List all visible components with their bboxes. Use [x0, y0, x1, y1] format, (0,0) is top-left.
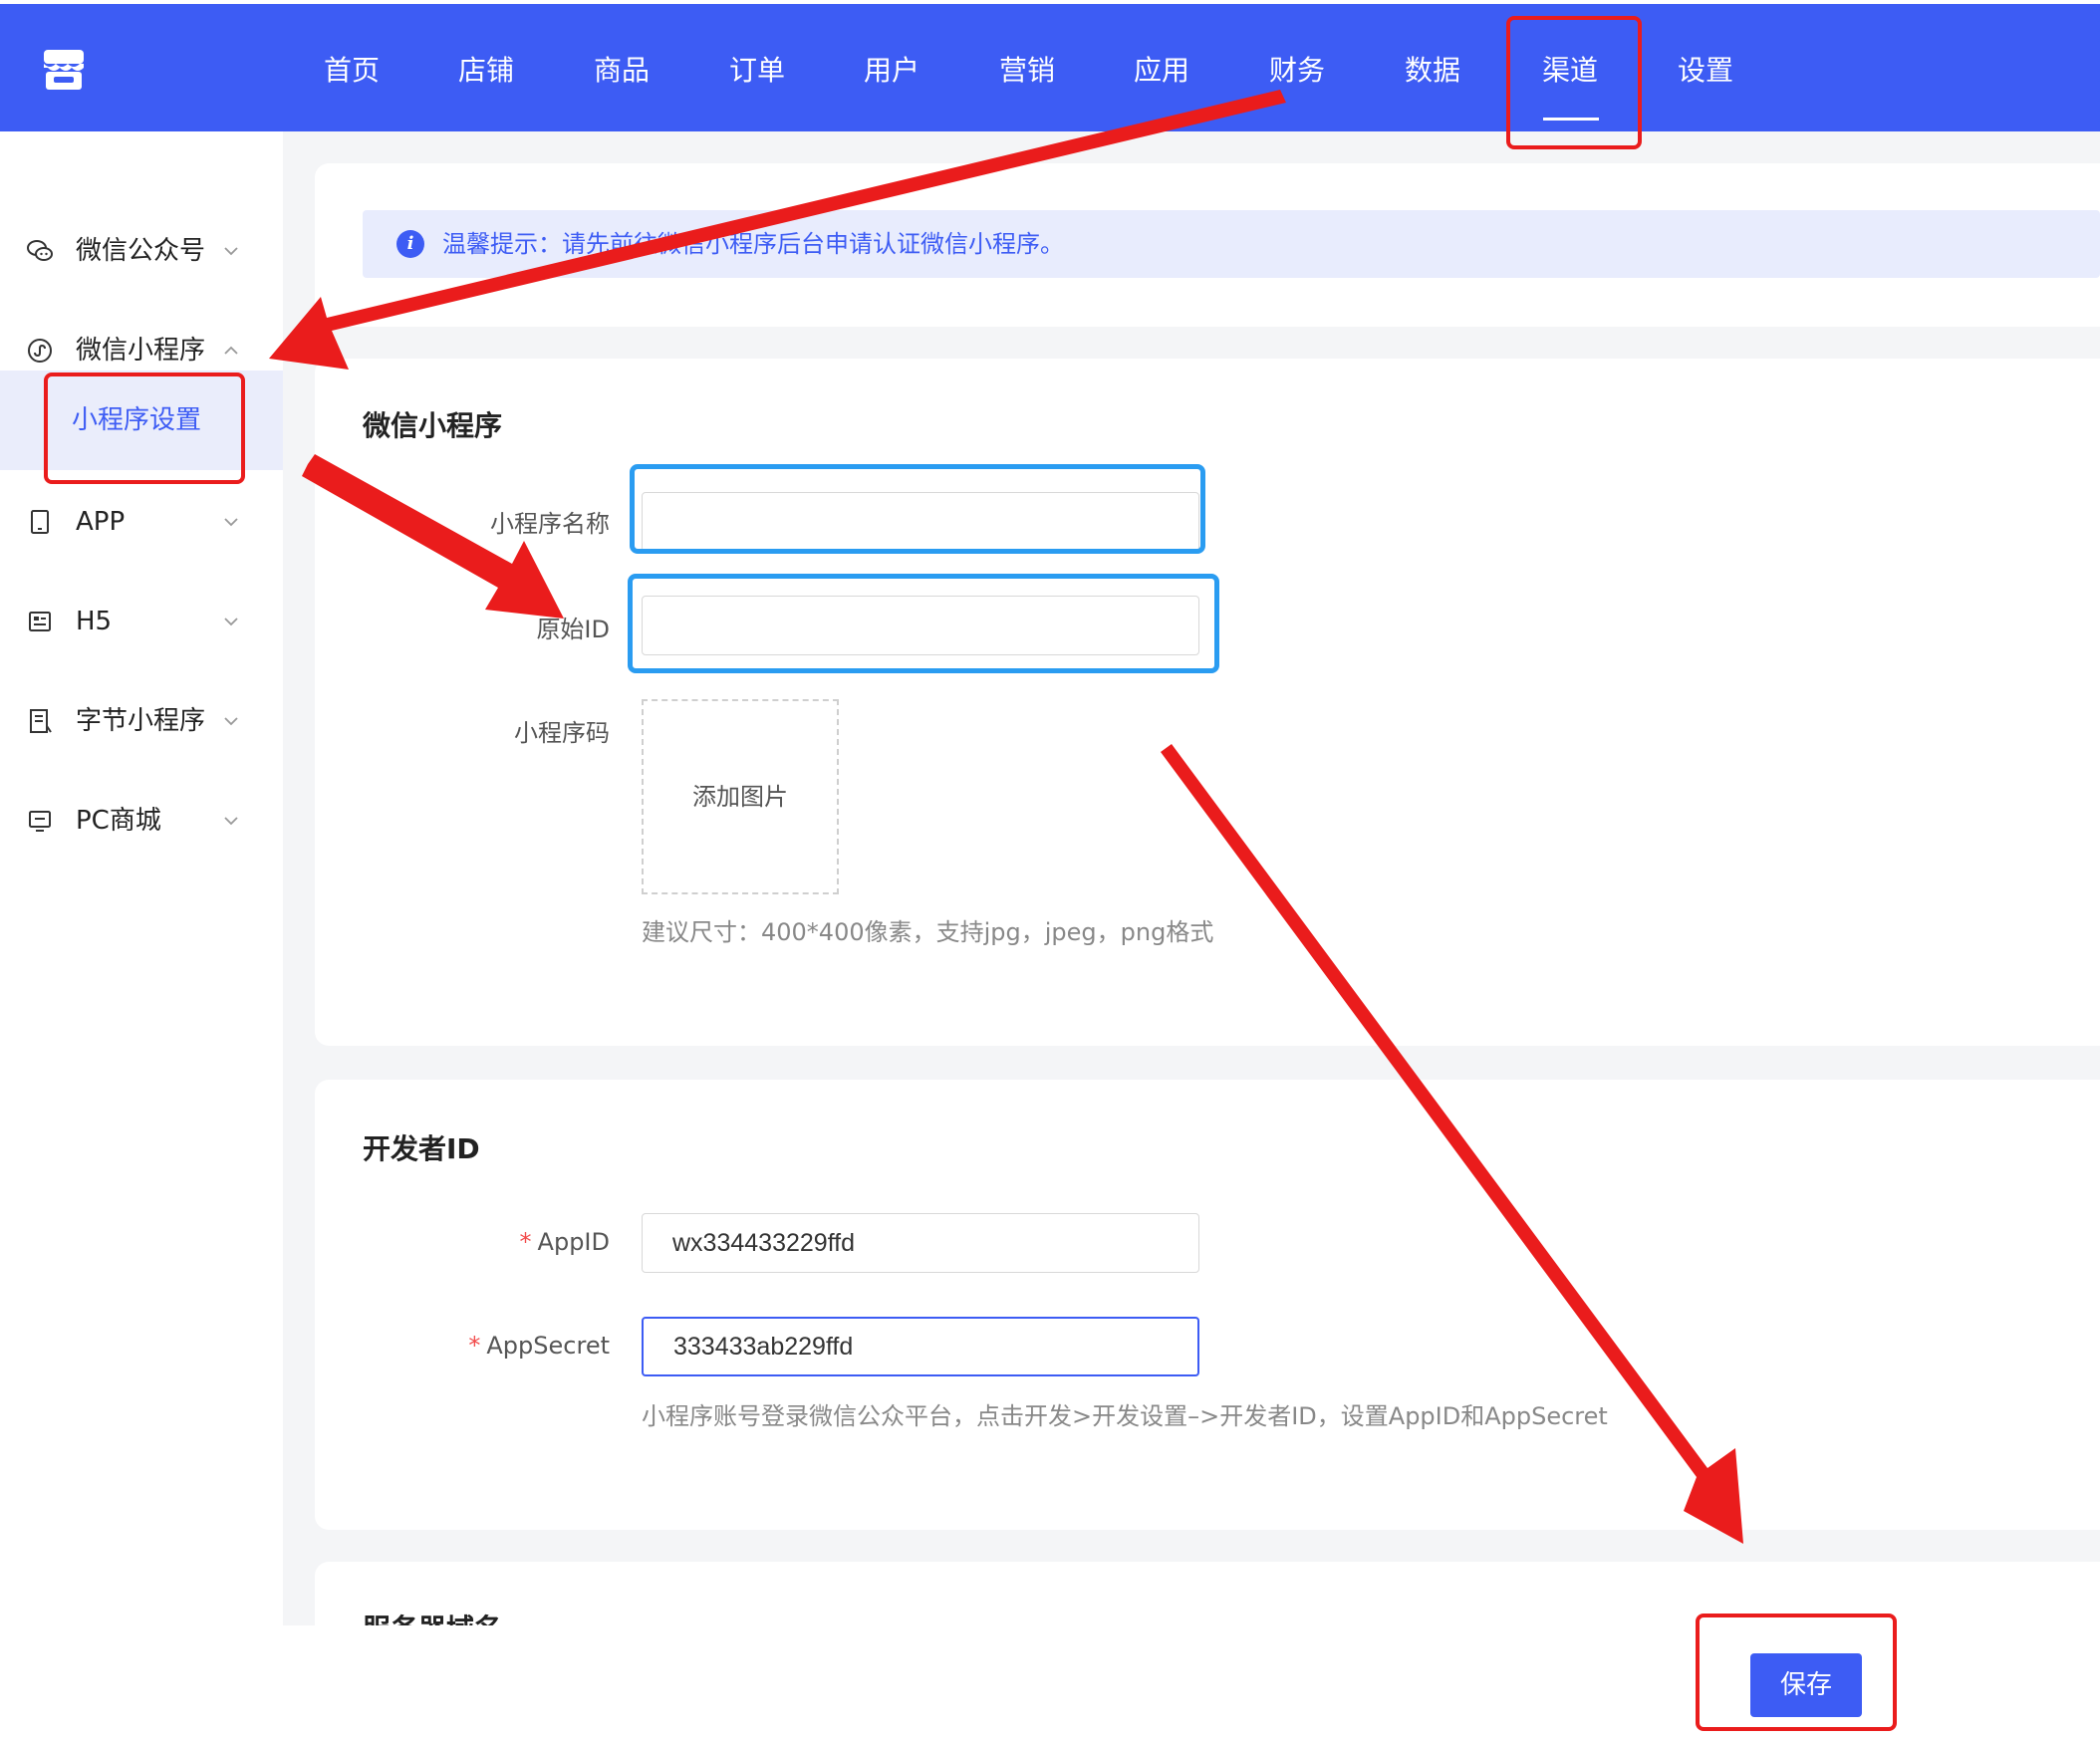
sidebar-item-label: 微信公众号 — [76, 236, 206, 266]
sidebar-item-label: APP — [76, 507, 126, 537]
miniprogram-icon — [28, 339, 52, 363]
appsecret-label-text: AppSecret — [486, 1332, 610, 1360]
nav-orders[interactable]: 订单 — [722, 50, 792, 92]
annotation-box-channels — [1506, 16, 1642, 149]
add-image-upload[interactable]: 添加图片 — [642, 699, 839, 894]
tip-text: 温馨提示：请先前往微信小程序后台申请认证微信小程序。 — [442, 230, 1064, 258]
monitor-icon — [29, 811, 51, 832]
appsecret-hint: 小程序账号登录微信公众平台，点击开发>开发设置–>开发者ID，设置AppID和A… — [642, 1402, 1608, 1430]
appid-label-text: AppID — [537, 1228, 610, 1256]
sidebar-item-label: 字节小程序 — [76, 706, 206, 736]
nav-users[interactable]: 用户 — [857, 50, 926, 92]
code-label: 小程序码 — [514, 719, 610, 747]
required-mark: * — [519, 1228, 532, 1256]
nav-store[interactable]: 店铺 — [451, 50, 521, 92]
sidebar-item-label: H5 — [76, 607, 113, 636]
chevron-down-icon — [224, 247, 238, 256]
nav-data[interactable]: 数据 — [1398, 50, 1467, 92]
upload-hint: 建议尺寸：400*400像素，支持jpg，jpeg，png格式 — [642, 918, 1214, 946]
nav-finance[interactable]: 财务 — [1262, 50, 1332, 92]
nav-home[interactable]: 首页 — [317, 50, 387, 92]
sidebar: 微信公众号 微信小程序 小程序设置 APP H5 字节小程序 PC商城 — [0, 131, 283, 1625]
sidebar-item-pc-mall[interactable]: PC商城 — [0, 791, 283, 851]
bytedance-icon — [30, 709, 52, 733]
developer-card — [315, 1080, 2100, 1530]
nav-marketing[interactable]: 营销 — [992, 50, 1062, 92]
upload-label: 添加图片 — [692, 783, 788, 811]
nav-settings[interactable]: 设置 — [1671, 50, 1740, 92]
chevron-down-icon — [224, 518, 238, 527]
original-id-label: 原始ID — [536, 616, 610, 643]
store-logo-icon[interactable] — [40, 46, 88, 94]
section-title-miniprogram: 微信小程序 — [363, 409, 503, 442]
h5-icon — [29, 612, 51, 631]
chevron-down-icon — [224, 717, 238, 726]
annotation-box-save — [1696, 1614, 1897, 1731]
chevron-down-icon — [224, 618, 238, 626]
section-title-developer: 开发者ID — [363, 1132, 480, 1165]
name-label: 小程序名称 — [490, 510, 610, 538]
sidebar-item-label: PC商城 — [76, 806, 161, 836]
sidebar-item-bytedance[interactable]: 字节小程序 — [0, 691, 283, 751]
info-icon: i — [396, 230, 424, 258]
top-nav-bar: 首页 店铺 商品 订单 用户 营销 应用 财务 数据 渠道 设置 — [0, 4, 2100, 131]
chevron-down-icon — [224, 817, 238, 826]
sidebar-item-app[interactable]: APP — [0, 492, 283, 552]
annotation-box-name — [630, 464, 1205, 554]
appid-label: * AppID — [418, 1228, 610, 1256]
sidebar-item-wechat-official[interactable]: 微信公众号 — [0, 221, 283, 281]
tablet-icon — [31, 510, 49, 534]
annotation-box-original-id — [628, 574, 1219, 673]
required-mark: * — [468, 1332, 481, 1360]
nav-apps[interactable]: 应用 — [1127, 50, 1196, 92]
wechat-icon — [27, 240, 53, 261]
annotation-box-settings — [44, 373, 245, 484]
appid-input[interactable]: wx334433229ffd — [642, 1213, 1199, 1273]
nav-products[interactable]: 商品 — [587, 50, 656, 92]
appsecret-label: * AppSecret — [418, 1332, 610, 1360]
appsecret-input[interactable]: 333433ab229ffd — [642, 1317, 1199, 1376]
chevron-up-icon — [224, 346, 238, 355]
sidebar-item-h5[interactable]: H5 — [0, 592, 283, 651]
